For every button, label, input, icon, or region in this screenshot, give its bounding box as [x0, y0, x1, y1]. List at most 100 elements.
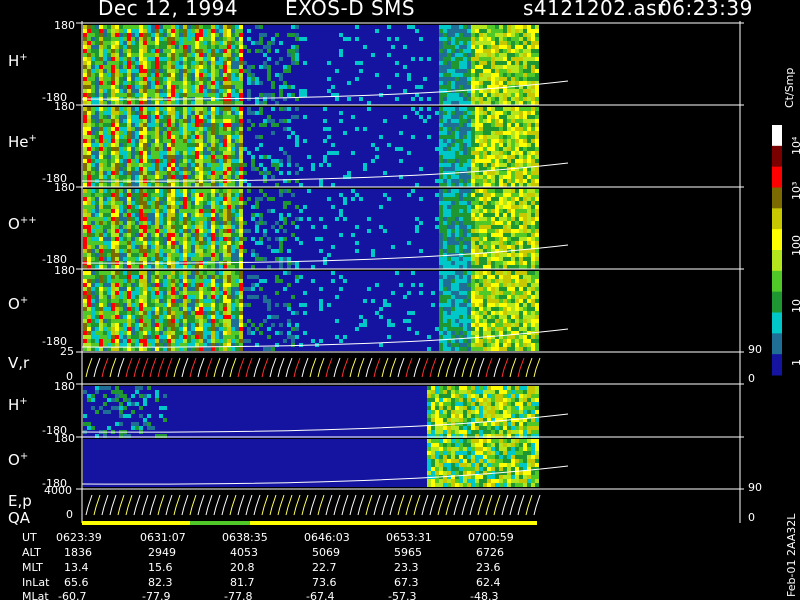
spectrogram-cell	[295, 167, 299, 171]
spectrogram-cell	[223, 101, 227, 105]
spectrogram-cell	[143, 119, 147, 123]
spectrogram-cell	[503, 37, 507, 41]
spectrogram-cell	[307, 151, 311, 155]
spectrogram-cell	[235, 57, 239, 61]
spectrogram-cell	[243, 73, 247, 77]
spectrogram-cell	[347, 151, 351, 155]
spectrogram-cell	[479, 155, 483, 159]
spectrogram-cell	[227, 69, 231, 73]
spectrogram-cell	[191, 131, 195, 135]
spectrogram-cell	[227, 25, 231, 29]
spectrogram-cell	[83, 77, 87, 81]
spectrogram-cell	[175, 93, 179, 97]
spectrogram-cell	[135, 93, 139, 97]
spectrogram-cell	[419, 77, 423, 81]
spectrogram-cell	[183, 119, 187, 123]
spectrogram-cell	[191, 53, 195, 57]
spectrogram-cell	[439, 159, 443, 163]
spectrogram-cell	[207, 143, 211, 147]
spectrogram-cell	[311, 139, 315, 143]
spectrogram-cell	[423, 139, 427, 143]
spectrogram-cell	[351, 127, 355, 131]
spectrogram-cell	[323, 151, 327, 155]
spectrogram-cell	[499, 61, 503, 65]
spectrogram-cell	[131, 171, 135, 175]
spectrogram-cell	[527, 131, 531, 135]
spectrogram-cell	[387, 101, 391, 105]
spectrogram-cell	[263, 45, 267, 49]
spectrogram-cell	[463, 69, 467, 73]
spectrogram-cell	[367, 69, 371, 73]
spectrogram-cell	[187, 57, 191, 61]
spectrogram-cell	[423, 111, 427, 115]
spectrogram-cell	[507, 29, 511, 33]
spectrogram-cell	[347, 41, 351, 45]
spectrogram-cell	[219, 85, 223, 89]
spectrogram-cell	[347, 65, 351, 69]
spectrogram-cell	[471, 107, 475, 111]
spectrogram-cell	[291, 123, 295, 127]
spectrogram-cell	[503, 147, 507, 151]
spectrogram-cell	[343, 139, 347, 143]
spectrogram-cell	[271, 151, 275, 155]
spectrogram-cell	[499, 147, 503, 151]
spectrogram-cell	[495, 33, 499, 37]
spectrogram-cell	[523, 25, 527, 29]
spectrogram-cell	[527, 33, 531, 37]
spectrogram-cell	[203, 33, 207, 37]
spectrogram-cell	[279, 73, 283, 77]
spectrogram-cell	[311, 107, 315, 111]
spectrogram-cell	[143, 45, 147, 49]
spectrogram-cell	[251, 119, 255, 123]
spectrogram-cell	[123, 53, 127, 57]
spectrogram-cell	[187, 163, 191, 167]
spectrogram-cell	[127, 221, 131, 225]
spectrogram-cell	[135, 253, 139, 257]
spectrogram-cell	[111, 61, 115, 65]
spectrogram-cell	[87, 143, 91, 147]
spectrogram-cell	[167, 167, 171, 171]
spectrogram-cell	[251, 183, 255, 187]
spectrogram-cell	[143, 147, 147, 151]
spectrogram-cell	[83, 229, 87, 233]
spectrogram-cell	[235, 81, 239, 85]
spectrogram-cell	[395, 155, 399, 159]
spectrogram-cell	[211, 73, 215, 77]
spectrogram-cell	[163, 221, 167, 225]
spectrogram-cell	[143, 81, 147, 85]
spectrogram-cell	[443, 179, 447, 183]
spectrogram-cell	[259, 57, 263, 61]
spectrogram-cell	[207, 107, 211, 111]
spectrogram-cell	[399, 171, 403, 175]
spectrogram-cell	[199, 89, 203, 93]
spectrogram-cell	[319, 123, 323, 127]
spectrogram-cell	[167, 201, 171, 205]
spectrogram-cell	[163, 245, 167, 249]
spectrogram-cell	[359, 111, 363, 115]
spectrogram-cell	[167, 213, 171, 217]
spectrogram-cell	[499, 171, 503, 175]
spectrogram-cell	[263, 135, 267, 139]
spectrogram-cell	[479, 135, 483, 139]
spectrogram-cell	[287, 119, 291, 123]
spectrogram-cell	[231, 143, 235, 147]
spectrogram-cell	[135, 171, 139, 175]
spectrogram-cell	[319, 45, 323, 49]
spectrogram-cell	[399, 143, 403, 147]
spectrogram-cell	[263, 41, 267, 45]
spectrogram-cell	[115, 41, 119, 45]
spectrogram-cell	[343, 143, 347, 147]
spectrogram-cell	[395, 127, 399, 131]
spectrogram-cell	[219, 37, 223, 41]
spectrogram-cell	[127, 253, 131, 257]
spectrogram-cell	[467, 45, 471, 49]
spectrogram-cell	[195, 131, 199, 135]
spectrogram-cell	[531, 97, 535, 101]
spectrogram-cell	[483, 49, 487, 53]
spectrogram-cell	[159, 237, 163, 241]
spectrogram-cell	[99, 155, 103, 159]
spectrogram-cell	[147, 167, 151, 171]
spectrogram-cell	[531, 167, 535, 171]
spectrogram-cell	[135, 241, 139, 245]
spectrogram-cell	[123, 167, 127, 171]
